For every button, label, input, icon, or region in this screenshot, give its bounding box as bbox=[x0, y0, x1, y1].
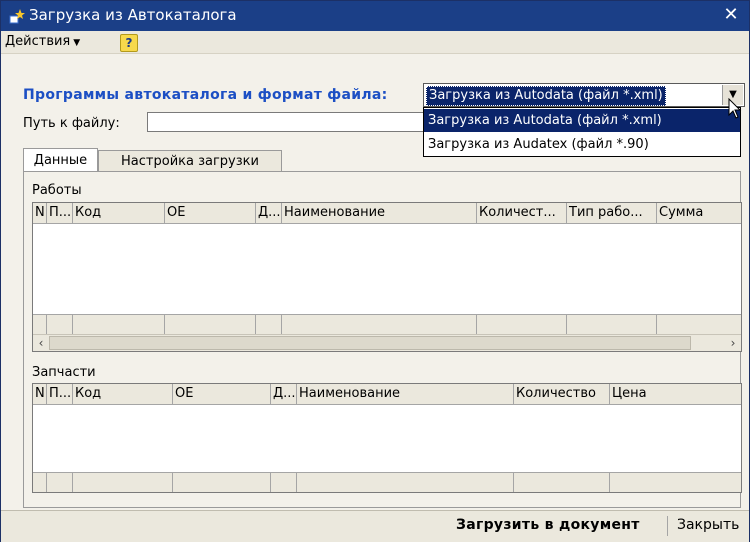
dialog-window: Загрузка из Автокаталога ✕ Действия ▼ ? П… bbox=[0, 0, 750, 542]
tab-panel-data: Работы N П... Код ОЕ Д... Наименование К… bbox=[23, 171, 742, 508]
path-input[interactable] bbox=[147, 112, 425, 132]
tab-data[interactable]: Данные bbox=[23, 148, 98, 172]
works-table-footer bbox=[33, 314, 741, 335]
parts-col-oe[interactable]: ОЕ bbox=[173, 384, 271, 404]
parts-col-quantity[interactable]: Количество bbox=[514, 384, 610, 404]
tab-load-settings[interactable]: Настройка загрузки bbox=[98, 150, 282, 172]
close-button[interactable]: Закрыть bbox=[677, 517, 739, 533]
path-label: Путь к файлу: bbox=[23, 116, 120, 131]
actions-menu[interactable]: Действия ▼ bbox=[5, 34, 80, 49]
bottom-toolbar: Загрузить в документ Закрыть bbox=[1, 510, 749, 542]
close-icon[interactable]: ✕ bbox=[721, 5, 741, 25]
works-col-sum[interactable]: Сумма bbox=[657, 203, 741, 223]
toolbar-divider bbox=[667, 516, 668, 536]
works-col-quantity[interactable]: Количест... bbox=[477, 203, 567, 223]
works-col-work-type[interactable]: Тип рабо... bbox=[567, 203, 657, 223]
catalog-format-dropdown: Загрузка из Autodata (файл *.xml) Загруз… bbox=[423, 107, 741, 157]
parts-label: Запчасти bbox=[32, 365, 96, 380]
app-icon bbox=[9, 9, 25, 24]
parts-col-p[interactable]: П... bbox=[47, 384, 73, 404]
parts-table-header: N П... Код ОЕ Д... Наименование Количест… bbox=[33, 384, 741, 405]
works-horizontal-scrollbar[interactable]: ‹ › bbox=[33, 334, 741, 351]
help-icon[interactable]: ? bbox=[120, 34, 138, 52]
programs-label: Программы автокаталога и формат файла: bbox=[23, 87, 388, 103]
menu-bar: Действия ▼ ? bbox=[1, 31, 749, 54]
catalog-format-value: Загрузка из Autodata (файл *.xml) bbox=[426, 86, 666, 106]
catalog-format-select[interactable]: Загрузка из Autodata (файл *.xml) ▼ bbox=[423, 83, 745, 107]
dropdown-option-autodata[interactable]: Загрузка из Autodata (файл *.xml) bbox=[424, 109, 740, 132]
works-col-oe[interactable]: ОЕ bbox=[165, 203, 256, 223]
parts-col-code[interactable]: Код bbox=[73, 384, 173, 404]
works-table[interactable]: N П... Код ОЕ Д... Наименование Количест… bbox=[32, 202, 742, 352]
title-bar[interactable]: Загрузка из Автокаталога ✕ bbox=[1, 1, 749, 31]
load-into-document-button[interactable]: Загрузить в документ bbox=[456, 517, 640, 533]
chevron-down-icon: ▼ bbox=[73, 38, 81, 48]
actions-menu-label: Действия bbox=[5, 34, 71, 49]
parts-table[interactable]: N П... Код ОЕ Д... Наименование Количест… bbox=[32, 383, 742, 493]
works-col-name[interactable]: Наименование bbox=[282, 203, 477, 223]
parts-col-price[interactable]: Цена bbox=[610, 384, 741, 404]
works-table-header: N П... Код ОЕ Д... Наименование Количест… bbox=[33, 203, 741, 224]
works-label: Работы bbox=[32, 183, 82, 198]
parts-col-n[interactable]: N bbox=[33, 384, 47, 404]
scroll-thumb[interactable] bbox=[49, 336, 691, 350]
parts-col-d[interactable]: Д... bbox=[271, 384, 297, 404]
works-col-code[interactable]: Код bbox=[73, 203, 165, 223]
mouse-cursor-icon bbox=[728, 98, 742, 119]
dropdown-option-audatex[interactable]: Загрузка из Audatex (файл *.90) bbox=[424, 133, 740, 156]
scroll-right-icon[interactable]: › bbox=[725, 335, 741, 351]
window-title: Загрузка из Автокаталога bbox=[29, 6, 237, 24]
works-col-n[interactable]: N bbox=[33, 203, 47, 223]
scroll-left-icon[interactable]: ‹ bbox=[33, 335, 49, 351]
works-col-p[interactable]: П... bbox=[47, 203, 73, 223]
works-col-d[interactable]: Д... bbox=[256, 203, 282, 223]
parts-table-footer bbox=[33, 472, 741, 492]
parts-col-name[interactable]: Наименование bbox=[297, 384, 514, 404]
